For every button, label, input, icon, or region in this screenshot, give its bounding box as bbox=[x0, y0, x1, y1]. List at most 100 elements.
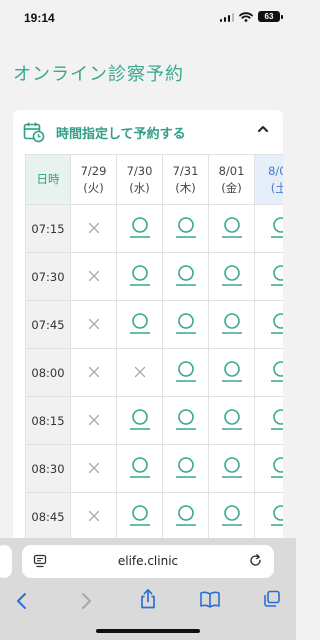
available-slot[interactable] bbox=[162, 252, 209, 301]
tabs-icon[interactable] bbox=[263, 590, 281, 608]
chevron-up-icon[interactable] bbox=[257, 124, 269, 134]
available-circle-icon[interactable] bbox=[128, 263, 152, 287]
available-slot[interactable] bbox=[208, 252, 255, 301]
time-cell: 07:45 bbox=[25, 300, 71, 349]
available-circle-icon[interactable] bbox=[220, 407, 244, 431]
available-circle-icon[interactable] bbox=[269, 215, 283, 239]
available-circle-icon[interactable] bbox=[220, 263, 244, 287]
available-circle-icon[interactable] bbox=[269, 311, 283, 335]
header-row: 日時 7/29(火) 7/30(水) 7/31(木) 8/01(金) 8/02(… bbox=[25, 154, 283, 205]
available-circle-icon[interactable] bbox=[174, 263, 198, 287]
previous-tab-sliver[interactable] bbox=[0, 545, 12, 578]
unavailable-cross-icon bbox=[88, 510, 99, 522]
available-circle-icon[interactable] bbox=[174, 359, 198, 383]
time-cell: 07:30 bbox=[25, 252, 71, 301]
available-slot[interactable] bbox=[254, 492, 283, 541]
available-slot[interactable] bbox=[254, 252, 283, 301]
available-circle-icon[interactable] bbox=[174, 455, 198, 479]
available-circle-icon[interactable] bbox=[269, 407, 283, 431]
day-header: 7/31 (木) bbox=[162, 154, 209, 205]
available-circle-icon[interactable] bbox=[269, 503, 283, 527]
unavailable-slot bbox=[116, 348, 163, 397]
available-circle-icon[interactable] bbox=[174, 311, 198, 335]
available-circle-icon[interactable] bbox=[128, 311, 152, 335]
schedule-table: 日時 7/29(火) 7/30(水) 7/31(木) 8/01(金) 8/02(… bbox=[25, 154, 283, 550]
share-icon[interactable] bbox=[138, 588, 158, 610]
available-slot[interactable] bbox=[208, 348, 255, 397]
available-slot[interactable] bbox=[162, 300, 209, 349]
day-header-saturday: 8/02(土) bbox=[254, 154, 283, 205]
available-circle-icon[interactable] bbox=[174, 215, 198, 239]
address-bar[interactable]: elife.clinic bbox=[22, 545, 274, 578]
available-circle-icon[interactable] bbox=[269, 359, 283, 383]
available-slot[interactable] bbox=[116, 300, 163, 349]
available-slot[interactable] bbox=[116, 492, 163, 541]
card-header[interactable]: 時間指定して予約する bbox=[13, 110, 283, 154]
unavailable-slot bbox=[70, 396, 117, 445]
available-circle-icon[interactable] bbox=[220, 215, 244, 239]
unavailable-slot bbox=[70, 204, 117, 253]
available-circle-icon[interactable] bbox=[269, 263, 283, 287]
available-slot[interactable] bbox=[116, 252, 163, 301]
forward-icon[interactable] bbox=[78, 591, 94, 611]
available-slot[interactable] bbox=[162, 348, 209, 397]
available-slot[interactable] bbox=[254, 204, 283, 253]
available-slot[interactable] bbox=[116, 204, 163, 253]
available-circle-icon[interactable] bbox=[128, 215, 152, 239]
available-slot[interactable] bbox=[116, 396, 163, 445]
available-slot[interactable] bbox=[162, 492, 209, 541]
available-slot[interactable] bbox=[208, 444, 255, 493]
available-slot[interactable] bbox=[254, 348, 283, 397]
unavailable-slot bbox=[70, 444, 117, 493]
available-circle-icon[interactable] bbox=[174, 407, 198, 431]
back-icon[interactable] bbox=[14, 591, 30, 611]
calendar-clock-icon bbox=[23, 122, 45, 143]
available-slot[interactable] bbox=[208, 396, 255, 445]
day-header: 7/30 (水) bbox=[116, 154, 163, 205]
table-row: 08:45 bbox=[25, 492, 283, 541]
corner-label: 日時 bbox=[25, 154, 71, 205]
wifi-icon bbox=[239, 11, 253, 22]
time-cell: 08:30 bbox=[25, 444, 71, 493]
time-cell: 08:15 bbox=[25, 396, 71, 445]
available-slot[interactable] bbox=[254, 300, 283, 349]
available-circle-icon[interactable] bbox=[220, 503, 244, 527]
available-slot[interactable] bbox=[162, 396, 209, 445]
available-slot[interactable] bbox=[208, 300, 255, 349]
home-indicator bbox=[96, 629, 200, 633]
available-circle-icon[interactable] bbox=[220, 311, 244, 335]
available-circle-icon[interactable] bbox=[174, 503, 198, 527]
time-cell: 08:45 bbox=[25, 492, 71, 541]
day-header: 7/29 (火) bbox=[70, 154, 117, 205]
page-title: オンライン診察予約 bbox=[13, 64, 184, 85]
battery-icon: 63 bbox=[258, 11, 283, 22]
available-slot[interactable] bbox=[116, 444, 163, 493]
available-slot[interactable] bbox=[162, 204, 209, 253]
status-icons: 63 bbox=[219, 11, 283, 22]
url-text[interactable]: elife.clinic bbox=[22, 554, 274, 568]
available-circle-icon[interactable] bbox=[269, 455, 283, 479]
reservation-card: 時間指定して予約する 日時 7/29 (火) 7/30 (水) 7/31 (木) 8/… bbox=[13, 110, 283, 550]
available-slot[interactable] bbox=[254, 396, 283, 445]
schedule-grid: 日時 7/29(火) 7/30(水) 7/31(木) 8/01(金) 8/02(… bbox=[25, 154, 283, 550]
time-cell: 08:00 bbox=[25, 348, 71, 397]
table-row: 07:45 bbox=[25, 300, 283, 349]
available-slot[interactable] bbox=[162, 444, 209, 493]
card-title: 時間指定して予約する bbox=[56, 127, 186, 142]
available-circle-icon[interactable] bbox=[220, 359, 244, 383]
unavailable-cross-icon bbox=[88, 462, 99, 474]
available-slot[interactable] bbox=[208, 204, 255, 253]
available-circle-icon[interactable] bbox=[128, 503, 152, 527]
available-circle-icon[interactable] bbox=[128, 407, 152, 431]
bookmarks-icon[interactable] bbox=[199, 590, 221, 608]
available-circle-icon[interactable] bbox=[128, 455, 152, 479]
available-slot[interactable] bbox=[208, 492, 255, 541]
available-circle-icon[interactable] bbox=[220, 455, 244, 479]
reload-icon[interactable] bbox=[248, 553, 263, 568]
unavailable-slot bbox=[70, 300, 117, 349]
unavailable-cross-icon bbox=[88, 366, 99, 378]
time-cell: 07:15 bbox=[25, 204, 71, 253]
available-slot[interactable] bbox=[254, 444, 283, 493]
status-bar: 19:14 63 bbox=[0, 0, 296, 36]
unavailable-slot bbox=[70, 348, 117, 397]
